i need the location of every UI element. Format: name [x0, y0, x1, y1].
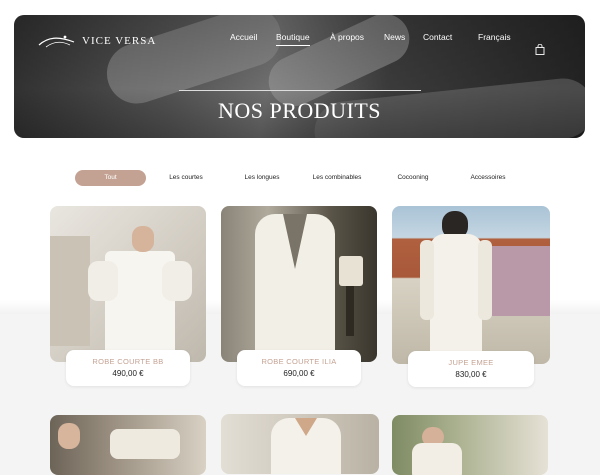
product-price: 490,00 €: [112, 369, 144, 378]
product-label: ROBE COURTE ILIA 690,00 €: [237, 350, 361, 386]
shopping-bag-icon[interactable]: [535, 44, 545, 55]
product-image[interactable]: [392, 206, 550, 364]
product-name[interactable]: ROBE COURTE ILIA: [237, 357, 361, 366]
product-card[interactable]: [221, 206, 377, 362]
nav-boutique[interactable]: Boutique: [276, 31, 310, 46]
category-filters: Tout Les courtes Les longues Les combina…: [0, 170, 600, 186]
nav-a-propos[interactable]: À propos: [330, 31, 364, 45]
product-price: 830,00 €: [455, 370, 487, 379]
product-image[interactable]: [392, 415, 548, 475]
language-selector[interactable]: Français: [478, 31, 511, 45]
hero-divider: [179, 90, 421, 91]
product-image[interactable]: [221, 206, 377, 362]
hero-banner: VICE VERSA Accueil Boutique À propos New…: [14, 15, 585, 138]
nav-accueil[interactable]: Accueil: [230, 31, 257, 45]
filter-accessoires[interactable]: Accessoires: [462, 170, 514, 186]
filter-les-longues[interactable]: Les longues: [236, 170, 288, 186]
product-image[interactable]: [221, 414, 379, 474]
filter-les-combinables[interactable]: Les combinables: [306, 170, 368, 186]
product-card[interactable]: [392, 415, 548, 475]
product-card[interactable]: [50, 206, 206, 362]
filter-cocooning[interactable]: Cocooning: [388, 170, 438, 186]
product-image[interactable]: [50, 206, 206, 362]
product-card[interactable]: [392, 206, 550, 364]
nav-news[interactable]: News: [384, 31, 405, 45]
product-price: 690,00 €: [283, 369, 315, 378]
product-label: JUPE EMEE 830,00 €: [408, 351, 534, 387]
product-image[interactable]: [50, 415, 206, 475]
main-nav: Accueil Boutique À propos News Contact F…: [14, 31, 585, 55]
page-title: NOS PRODUITS: [217, 98, 382, 123]
filter-les-courtes[interactable]: Les courtes: [160, 170, 212, 186]
filter-tout[interactable]: Tout: [75, 170, 146, 186]
product-card[interactable]: [50, 415, 206, 475]
nav-contact[interactable]: Contact: [423, 31, 452, 45]
product-name[interactable]: JUPE EMEE: [408, 358, 534, 367]
product-name[interactable]: ROBE COURTE BB: [66, 357, 190, 366]
product-card[interactable]: [221, 414, 379, 474]
product-label: ROBE COURTE BB 490,00 €: [66, 350, 190, 386]
